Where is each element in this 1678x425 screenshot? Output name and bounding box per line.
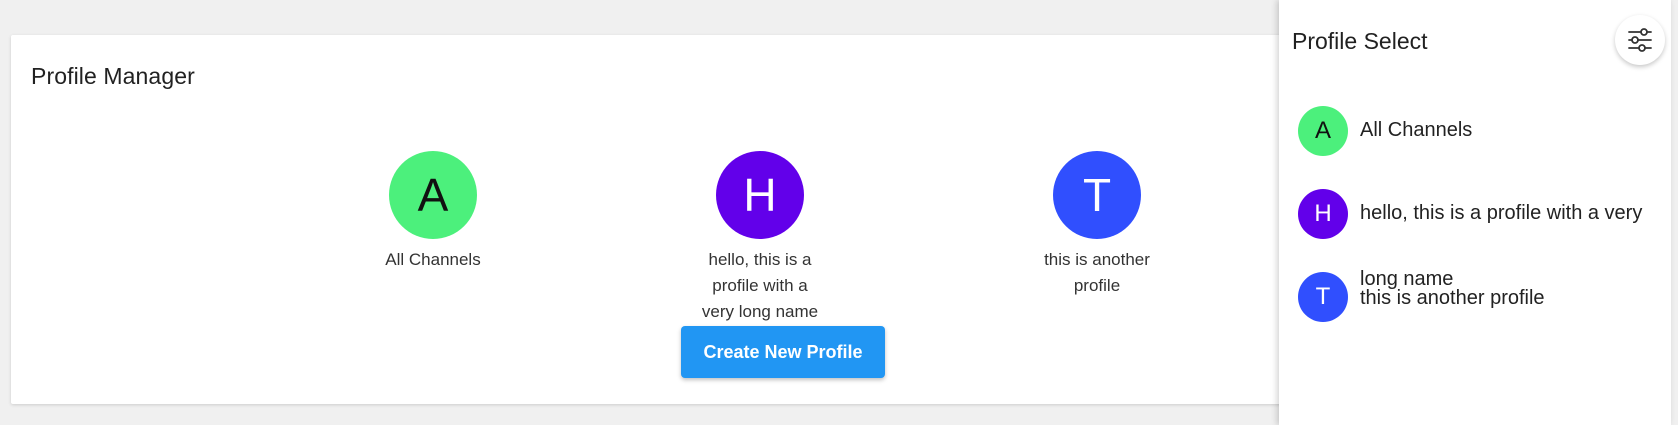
sliders-icon (1628, 28, 1652, 52)
profile-list-label: this is another profile (1360, 287, 1545, 309)
avatar: T (1053, 151, 1141, 239)
profile-list-label: All Channels (1360, 119, 1473, 141)
profile-name: this is another profile (1044, 250, 1150, 295)
profile-select-drawer: Profile Select A All Channels H hello, t… (1279, 0, 1671, 425)
profile-list-item-hello[interactable]: H hello, this is a profile with a very (1298, 189, 1658, 241)
page-title: Profile Manager (31, 63, 195, 89)
drawer-title: Profile Select (1292, 28, 1428, 54)
profile-list-item-another[interactable]: T long name this is another profile (1298, 268, 1658, 324)
profile-name: hello, this is a profile with a very lon… (701, 250, 819, 321)
create-new-profile-button[interactable]: Create New Profile (681, 326, 885, 378)
settings-button[interactable] (1615, 15, 1665, 65)
avatar: A (389, 151, 477, 239)
avatar: H (716, 151, 804, 239)
profile-list-item-all-channels[interactable]: A All Channels (1298, 106, 1658, 158)
profile-name: All Channels (385, 250, 481, 269)
profile-manager-card: Profile Manager A All Channels H hello, … (11, 35, 1301, 404)
profile-card-hello[interactable]: H hello, this is a profile with a very l… (680, 151, 840, 325)
profile-list-label: hello, this is a profile with a very (1360, 202, 1643, 224)
profile-card-all-channels[interactable]: A All Channels (353, 151, 513, 273)
avatar: H (1298, 189, 1348, 239)
profile-card-another[interactable]: T this is another profile (1017, 151, 1177, 299)
avatar: T (1298, 272, 1348, 322)
avatar: A (1298, 106, 1348, 156)
